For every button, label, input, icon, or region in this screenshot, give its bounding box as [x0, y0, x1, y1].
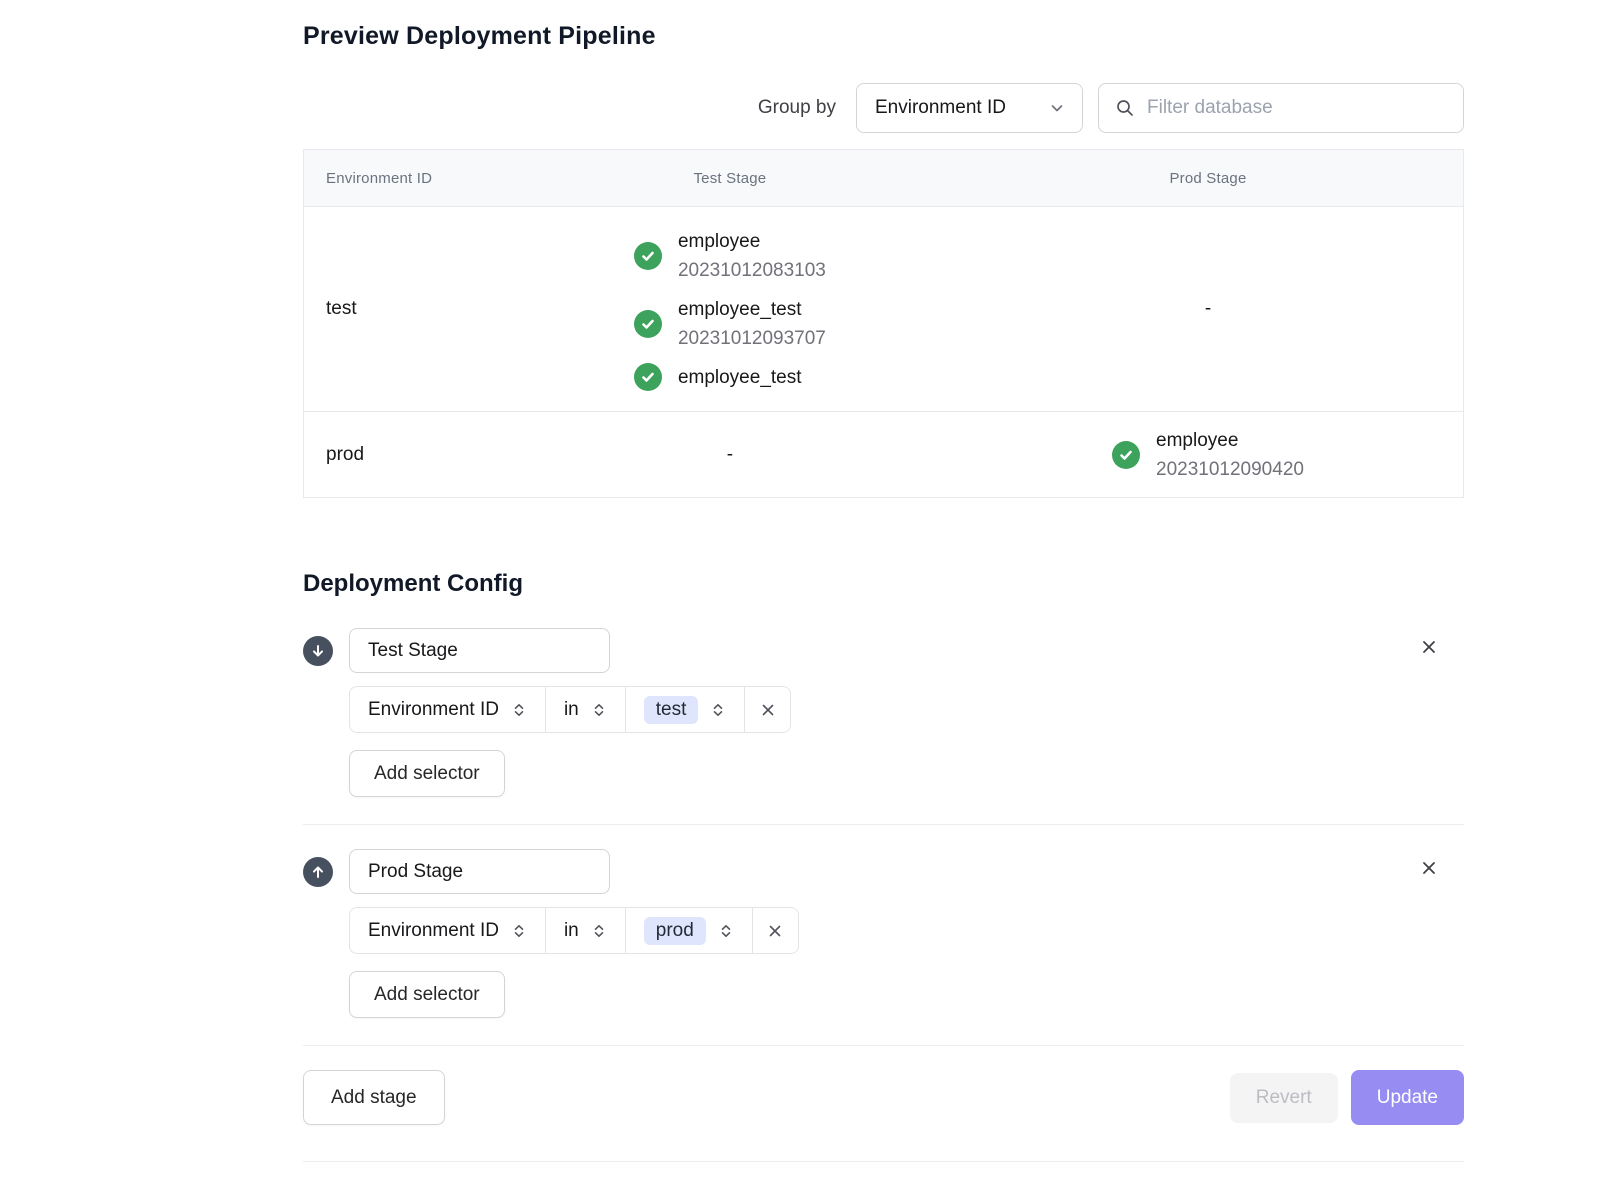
column-header-prod-stage: Prod Stage	[953, 170, 1463, 187]
remove-stage-button[interactable]	[1418, 636, 1440, 658]
close-icon	[1419, 637, 1439, 657]
prod-stage-cell: employee 20231012090420	[953, 426, 1463, 484]
column-header-test-stage: Test Stage	[507, 170, 953, 187]
updown-chevron-icon	[718, 923, 734, 939]
pipeline-table: Environment ID Test Stage Prod Stage tes…	[303, 149, 1464, 498]
stage-config-test: Environment ID in test Add selector	[303, 628, 1464, 797]
success-check-icon	[634, 363, 662, 391]
table-row-prod: prod - employee 20231012090420	[304, 412, 1463, 497]
add-stage-button[interactable]: Add stage	[303, 1070, 445, 1125]
actions-divider	[303, 1045, 1464, 1046]
success-check-icon	[1112, 441, 1140, 469]
selector-key-select[interactable]: Environment ID	[350, 687, 545, 732]
stage-name-input[interactable]	[349, 849, 610, 894]
bottom-divider	[303, 1161, 1464, 1162]
prod-stage-cell: -	[953, 298, 1463, 320]
task-database-name: employee	[678, 227, 826, 256]
close-icon	[1419, 858, 1439, 878]
task-item: employee 20231012090420	[1112, 426, 1304, 484]
arrow-up-circle-icon	[303, 857, 333, 887]
environment-name: test	[304, 298, 507, 320]
task-schema-version: 20231012093707	[678, 324, 826, 353]
update-button[interactable]: Update	[1351, 1070, 1464, 1125]
remove-selector-button[interactable]	[744, 687, 790, 732]
selector-value-select[interactable]: prod	[625, 908, 752, 953]
selector-key-value: Environment ID	[368, 920, 499, 942]
task-database-name: employee_test	[678, 363, 802, 392]
filter-database-input[interactable]	[1147, 97, 1447, 119]
task-schema-version: 20231012083103	[678, 256, 826, 285]
actions-row: Add stage Revert Update	[303, 1070, 1464, 1125]
pipeline-table-header: Environment ID Test Stage Prod Stage	[304, 150, 1463, 207]
close-icon	[766, 922, 784, 940]
selector-value-tag: test	[644, 696, 699, 724]
test-stage-cell: employee 20231012083103 employee_test 20…	[507, 227, 953, 392]
add-selector-button[interactable]: Add selector	[349, 971, 505, 1018]
page-title: Preview Deployment Pipeline	[303, 0, 1464, 51]
task-item: employee_test	[634, 363, 802, 392]
empty-stage-dash: -	[727, 444, 733, 465]
selector-key-value: Environment ID	[368, 699, 499, 721]
arrow-down-circle-icon	[303, 636, 333, 666]
test-stage-cell: -	[507, 444, 953, 466]
page: Preview Deployment Pipeline Group by Env…	[0, 0, 1600, 1200]
selector-operator-select[interactable]: in	[545, 908, 625, 953]
chevron-down-icon	[1048, 99, 1066, 117]
group-by-select[interactable]: Environment ID	[856, 83, 1083, 133]
selector-row: Environment ID in prod	[349, 907, 799, 954]
group-by-selected-value: Environment ID	[875, 97, 1006, 119]
revert-button[interactable]: Revert	[1230, 1073, 1338, 1123]
search-icon	[1115, 98, 1135, 118]
task-database-name: employee_test	[678, 295, 826, 324]
selector-operator-value: in	[564, 699, 579, 721]
task-item: employee 20231012083103	[634, 227, 826, 285]
stage-config-prod: Environment ID in prod Add selector	[303, 849, 1464, 1018]
task-database-name: employee	[1156, 426, 1304, 455]
remove-selector-button[interactable]	[752, 908, 798, 953]
filter-database-box	[1098, 83, 1464, 133]
updown-chevron-icon	[511, 923, 527, 939]
selector-value-select[interactable]: test	[625, 687, 745, 732]
remove-stage-button[interactable]	[1418, 857, 1440, 879]
selector-row: Environment ID in test	[349, 686, 791, 733]
column-header-environment-id: Environment ID	[304, 170, 507, 187]
task-schema-version: 20231012090420	[1156, 455, 1304, 484]
add-selector-button[interactable]: Add selector	[349, 750, 505, 797]
empty-stage-dash: -	[1205, 298, 1211, 319]
selector-key-select[interactable]: Environment ID	[350, 908, 545, 953]
success-check-icon	[634, 310, 662, 338]
updown-chevron-icon	[591, 923, 607, 939]
deployment-config-title: Deployment Config	[303, 570, 1464, 598]
selector-operator-value: in	[564, 920, 579, 942]
toolbar: Group by Environment ID	[303, 83, 1464, 133]
updown-chevron-icon	[511, 702, 527, 718]
stage-divider	[303, 824, 1464, 825]
environment-name: prod	[304, 444, 507, 466]
updown-chevron-icon	[710, 702, 726, 718]
selector-operator-select[interactable]: in	[545, 687, 625, 732]
stage-name-input[interactable]	[349, 628, 610, 673]
table-row-test: test employee 20231012083103	[304, 207, 1463, 412]
selector-value-tag: prod	[644, 917, 706, 945]
updown-chevron-icon	[591, 702, 607, 718]
success-check-icon	[634, 242, 662, 270]
group-by-label: Group by	[758, 97, 836, 119]
close-icon	[759, 701, 777, 719]
task-item: employee_test 20231012093707	[634, 295, 826, 353]
